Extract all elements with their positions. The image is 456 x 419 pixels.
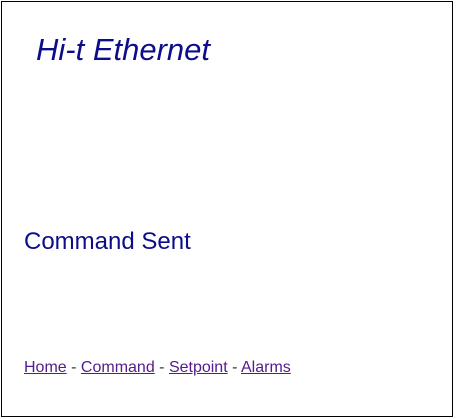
nav-link-setpoint[interactable]: Setpoint <box>169 359 228 376</box>
nav-link-home[interactable]: Home <box>24 359 67 376</box>
nav-separator: - <box>66 359 81 376</box>
nav-link-alarms[interactable]: Alarms <box>241 359 291 376</box>
nav-separator: - <box>227 359 241 376</box>
status-message: Command Sent <box>24 228 191 255</box>
nav-separator: - <box>154 359 169 376</box>
page-frame: Hi-t Ethernet Command Sent Home - Comman… <box>1 1 453 417</box>
page-title: Hi-t Ethernet <box>36 32 211 67</box>
nav-links: Home - Command - Setpoint - Alarms <box>24 358 291 378</box>
nav-link-command[interactable]: Command <box>81 359 155 376</box>
